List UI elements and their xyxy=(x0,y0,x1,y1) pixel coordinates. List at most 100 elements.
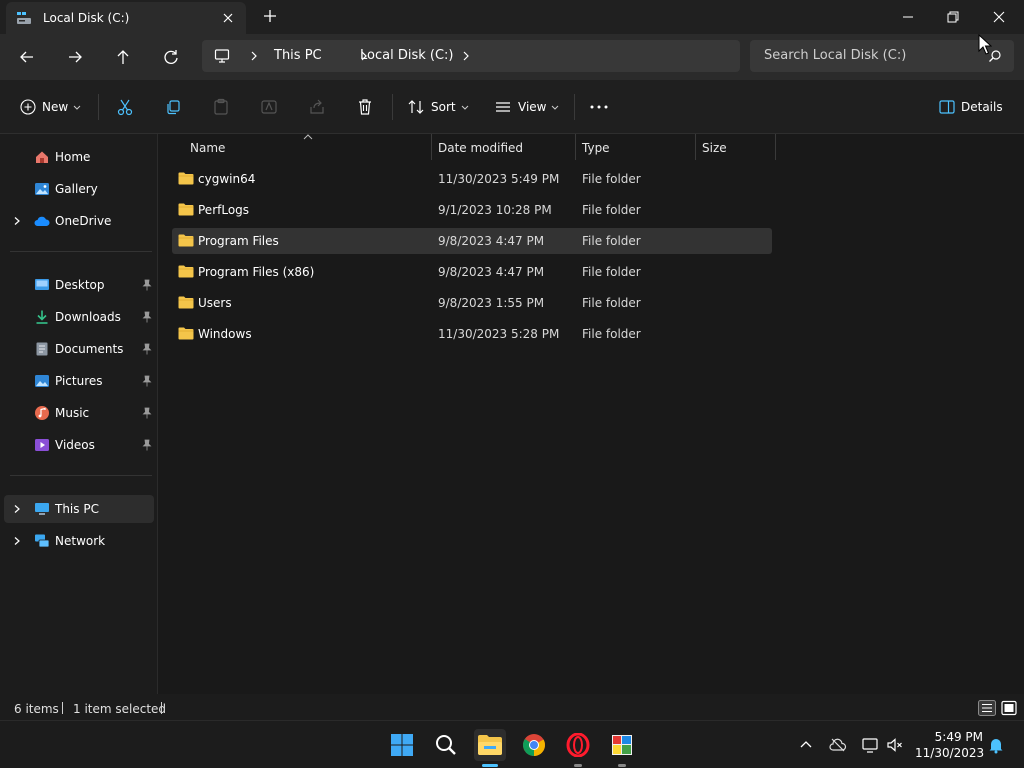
sidebar-item-label: Videos xyxy=(55,438,95,452)
sidebar-item-pictures[interactable]: Pictures xyxy=(4,367,154,395)
clock-date: 11/30/2023 xyxy=(915,746,985,760)
onedrive-offline-icon[interactable] xyxy=(829,736,847,754)
sidebar-item-label: Home xyxy=(55,150,91,164)
share-button[interactable] xyxy=(308,97,326,117)
file-explorer-taskbar-button[interactable] xyxy=(474,729,506,761)
column-divider[interactable] xyxy=(695,134,696,160)
table-row[interactable]: Users 9/8/2023 1:55 PM File folder xyxy=(172,290,772,316)
sidebar-divider xyxy=(10,475,152,476)
clock-time: 5:49 PM xyxy=(934,730,983,744)
sort-button[interactable]: Sort xyxy=(407,97,470,117)
sort-label: Sort xyxy=(431,100,456,114)
view-button[interactable]: View xyxy=(494,97,560,117)
more-icon xyxy=(590,105,608,109)
minimize-icon[interactable] xyxy=(897,6,919,28)
back-icon[interactable] xyxy=(16,46,38,68)
search-input[interactable]: Search Local Disk (C:) xyxy=(750,40,1014,72)
column-divider[interactable] xyxy=(431,134,432,160)
table-row[interactable]: cygwin64 11/30/2023 5:49 PM File folder xyxy=(172,166,772,192)
chevron-right-icon[interactable] xyxy=(248,50,260,62)
column-header-name[interactable]: Name xyxy=(190,141,225,155)
file-name: Program Files (x86) xyxy=(198,265,315,279)
refresh-icon[interactable] xyxy=(160,46,182,68)
paste-icon xyxy=(214,98,228,115)
chevron-right-icon[interactable] xyxy=(12,216,22,226)
start-button[interactable] xyxy=(386,729,418,761)
breadcrumb-local-disk[interactable]: Local Disk (C:) xyxy=(360,48,453,63)
documents-icon xyxy=(36,342,48,356)
paint-taskbar-button[interactable] xyxy=(606,729,638,761)
column-header-type[interactable]: Type xyxy=(582,141,610,155)
tiles-view-icon[interactable] xyxy=(1001,700,1017,716)
sidebar-item-music[interactable]: Music xyxy=(4,399,154,427)
sidebar-item-downloads[interactable]: Downloads xyxy=(4,303,154,331)
address-bar[interactable]: This PC Local Disk (C:) xyxy=(202,40,740,72)
table-row[interactable]: PerfLogs 9/1/2023 10:28 PM File folder xyxy=(172,197,772,223)
table-row-selected[interactable]: Program Files 9/8/2023 4:47 PM File fold… xyxy=(172,228,772,254)
pin-icon[interactable] xyxy=(142,375,152,387)
chevron-right-icon[interactable] xyxy=(12,536,22,546)
network-status-icon[interactable] xyxy=(861,736,879,754)
forward-icon[interactable] xyxy=(64,46,86,68)
file-date: 9/8/2023 4:47 PM xyxy=(438,234,545,248)
rename-button[interactable] xyxy=(260,97,278,117)
chevron-up-icon[interactable] xyxy=(797,736,815,754)
sidebar-item-home[interactable]: Home xyxy=(4,143,154,171)
chevron-right-icon[interactable] xyxy=(12,504,22,514)
pin-icon[interactable] xyxy=(142,311,152,323)
view-icon xyxy=(496,102,510,112)
network-icon xyxy=(35,534,50,548)
title-bar: Local Disk (C:) xyxy=(0,0,1024,34)
sidebar-item-documents[interactable]: Documents xyxy=(4,335,154,363)
column-divider[interactable] xyxy=(775,134,776,160)
copy-button[interactable] xyxy=(164,97,182,117)
details-pane-button[interactable]: Details xyxy=(939,97,1003,117)
onedrive-cloud-icon xyxy=(34,216,50,226)
new-tab-icon[interactable] xyxy=(262,8,278,24)
chrome-taskbar-button[interactable] xyxy=(518,729,550,761)
system-clock[interactable]: 5:49 PM 11/30/2023 xyxy=(915,729,985,761)
sidebar-item-label: This PC xyxy=(55,502,99,516)
tab-local-disk[interactable]: Local Disk (C:) xyxy=(6,2,246,34)
chrome-icon xyxy=(523,734,545,756)
taskbar-search-button[interactable] xyxy=(430,729,462,761)
breadcrumb-this-pc[interactable]: This PC xyxy=(274,48,322,63)
sidebar-item-label: Desktop xyxy=(55,278,105,292)
close-window-icon[interactable] xyxy=(988,6,1010,28)
more-options-button[interactable] xyxy=(589,97,609,117)
column-header-size[interactable]: Size xyxy=(702,141,727,155)
notification-bell-icon[interactable] xyxy=(987,736,1005,754)
volume-muted-icon[interactable] xyxy=(886,736,904,754)
opera-taskbar-button[interactable] xyxy=(562,729,594,761)
column-divider[interactable] xyxy=(575,134,576,160)
cut-icon xyxy=(117,99,133,116)
sidebar-item-this-pc[interactable]: This PC xyxy=(4,495,154,523)
up-icon[interactable] xyxy=(112,46,134,68)
pin-icon[interactable] xyxy=(142,439,152,451)
pin-icon[interactable] xyxy=(142,279,152,291)
chevron-right-icon[interactable] xyxy=(460,50,472,62)
file-type: File folder xyxy=(582,327,641,341)
download-icon xyxy=(36,310,48,324)
sidebar-item-onedrive[interactable]: OneDrive xyxy=(4,207,154,235)
cut-button[interactable] xyxy=(116,97,134,117)
sidebar-item-videos[interactable]: Videos xyxy=(4,431,154,459)
sidebar-item-gallery[interactable]: Gallery xyxy=(4,175,154,203)
restore-icon[interactable] xyxy=(942,6,964,28)
sidebar-divider xyxy=(10,251,152,252)
pin-icon[interactable] xyxy=(142,343,152,355)
table-row[interactable]: Windows 11/30/2023 5:28 PM File folder xyxy=(172,321,772,347)
column-header-date[interactable]: Date modified xyxy=(438,141,523,155)
this-pc-icon xyxy=(35,503,49,515)
videos-icon xyxy=(35,439,49,451)
view-label: View xyxy=(518,100,547,114)
new-button[interactable]: New xyxy=(20,97,82,117)
delete-button[interactable] xyxy=(356,97,374,117)
table-row[interactable]: Program Files (x86) 9/8/2023 4:47 PM Fil… xyxy=(172,259,772,285)
sidebar-item-desktop[interactable]: Desktop xyxy=(4,271,154,299)
sidebar-item-network[interactable]: Network xyxy=(4,527,154,555)
paste-button[interactable] xyxy=(212,97,230,117)
pin-icon[interactable] xyxy=(142,407,152,419)
close-tab-icon[interactable] xyxy=(220,10,236,26)
details-view-icon[interactable] xyxy=(978,700,996,716)
